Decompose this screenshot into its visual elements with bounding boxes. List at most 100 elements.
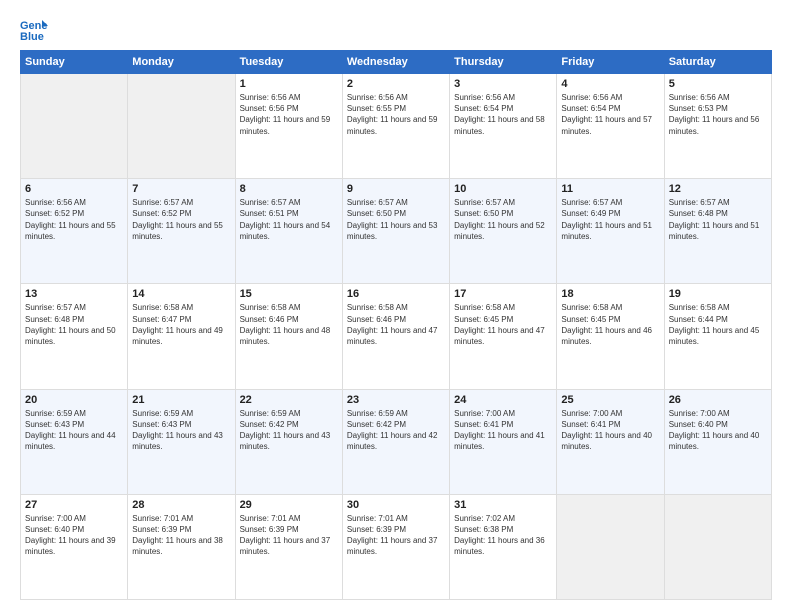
day-info: Sunrise: 6:56 AM Sunset: 6:54 PM Dayligh… [561, 92, 659, 137]
day-info: Sunrise: 6:57 AM Sunset: 6:52 PM Dayligh… [132, 197, 230, 242]
calendar-cell: 31 Sunrise: 7:02 AM Sunset: 6:38 PM Dayli… [450, 494, 557, 599]
day-info: Sunrise: 6:59 AM Sunset: 6:42 PM Dayligh… [347, 408, 445, 453]
day-info: Sunrise: 6:57 AM Sunset: 6:48 PM Dayligh… [669, 197, 767, 242]
calendar-cell: 25Sunrise: 7:00 AM Sunset: 6:41 PM Dayli… [557, 389, 664, 494]
calendar-cell: 20 Sunrise: 6:59 AM Sunset: 6:43 PM Dayli… [21, 389, 128, 494]
day-number: 2 [347, 78, 445, 90]
day-number: 9 [347, 183, 445, 195]
calendar-cell: 30 Sunrise: 7:01 AM Sunset: 6:39 PM Dayli… [342, 494, 449, 599]
calendar-cell: 11 Sunrise: 6:57 AM Sunset: 6:49 PM Dayli… [557, 179, 664, 284]
calendar-cell [128, 74, 235, 179]
day-number: 4 [561, 78, 659, 90]
day-info: Sunrise: 6:59 AM Sunset: 6:43 PM Dayligh… [25, 408, 123, 453]
day-info: Sunrise: 7:01 AM Sunset: 6:39 PM Dayligh… [347, 513, 445, 558]
day-info: Sunrise: 7:00 AM Sunset: 6:41 PM Dayligh… [561, 408, 659, 453]
calendar-cell: 16 Sunrise: 6:58 AM Sunset: 6:46 PM Dayli… [342, 284, 449, 389]
weekday-thursday: Thursday [450, 51, 557, 74]
day-number: 12 [669, 183, 767, 195]
day-number: 18 [561, 288, 659, 300]
weekday-monday: Monday [128, 51, 235, 74]
day-info: Sunrise: 6:56 AM Sunset: 6:55 PM Dayligh… [347, 92, 445, 137]
week-row-3: 13 Sunrise: 6:57 AM Sunset: 6:48 PM Dayli… [21, 284, 772, 389]
day-number: 30 [347, 499, 445, 511]
day-number: 11 [561, 183, 659, 195]
day-info: Sunrise: 6:57 AM Sunset: 6:50 PM Dayligh… [347, 197, 445, 242]
day-number: 24 [454, 394, 552, 406]
calendar-page: General Blue SundayMondayTuesdayWednesda… [0, 0, 792, 612]
calendar-cell: 14 Sunrise: 6:58 AM Sunset: 6:47 PM Dayli… [128, 284, 235, 389]
calendar-cell: 18 Sunrise: 6:58 AM Sunset: 6:45 PM Dayli… [557, 284, 664, 389]
weekday-friday: Friday [557, 51, 664, 74]
day-info: Sunrise: 7:02 AM Sunset: 6:38 PM Dayligh… [454, 513, 552, 558]
calendar-cell: 6 Sunrise: 6:56 AM Sunset: 6:52 PM Daylig… [21, 179, 128, 284]
day-number: 10 [454, 183, 552, 195]
calendar-cell [664, 494, 771, 599]
day-info: Sunrise: 6:56 AM Sunset: 6:54 PM Dayligh… [454, 92, 552, 137]
day-info: Sunrise: 6:58 AM Sunset: 6:46 PM Dayligh… [240, 302, 338, 347]
weekday-sunday: Sunday [21, 51, 128, 74]
calendar-cell: 22 Sunrise: 6:59 AM Sunset: 6:42 PM Dayli… [235, 389, 342, 494]
week-row-1: 1Sunrise: 6:56 AM Sunset: 6:56 PM Daylig… [21, 74, 772, 179]
day-number: 23 [347, 394, 445, 406]
calendar-cell: 3 Sunrise: 6:56 AM Sunset: 6:54 PM Daylig… [450, 74, 557, 179]
calendar-cell: 29Sunrise: 7:01 AM Sunset: 6:39 PM Dayli… [235, 494, 342, 599]
week-row-4: 20 Sunrise: 6:59 AM Sunset: 6:43 PM Dayli… [21, 389, 772, 494]
day-info: Sunrise: 7:00 AM Sunset: 6:40 PM Dayligh… [669, 408, 767, 453]
day-number: 20 [25, 394, 123, 406]
calendar-cell: 4 Sunrise: 6:56 AM Sunset: 6:54 PM Daylig… [557, 74, 664, 179]
day-info: Sunrise: 6:58 AM Sunset: 6:45 PM Dayligh… [454, 302, 552, 347]
logo: General Blue [20, 18, 52, 42]
calendar-cell: 13 Sunrise: 6:57 AM Sunset: 6:48 PM Dayli… [21, 284, 128, 389]
day-info: Sunrise: 6:59 AM Sunset: 6:42 PM Dayligh… [240, 408, 338, 453]
calendar-cell: 9 Sunrise: 6:57 AM Sunset: 6:50 PM Daylig… [342, 179, 449, 284]
day-number: 16 [347, 288, 445, 300]
weekday-header-row: SundayMondayTuesdayWednesdayThursdayFrid… [21, 51, 772, 74]
calendar-cell: 2 Sunrise: 6:56 AM Sunset: 6:55 PM Daylig… [342, 74, 449, 179]
day-number: 14 [132, 288, 230, 300]
day-info: Sunrise: 6:56 AM Sunset: 6:52 PM Dayligh… [25, 197, 123, 242]
day-info: Sunrise: 6:57 AM Sunset: 6:49 PM Dayligh… [561, 197, 659, 242]
weekday-tuesday: Tuesday [235, 51, 342, 74]
day-number: 3 [454, 78, 552, 90]
day-number: 17 [454, 288, 552, 300]
day-info: Sunrise: 6:58 AM Sunset: 6:44 PM Dayligh… [669, 302, 767, 347]
day-info: Sunrise: 7:00 AM Sunset: 6:40 PM Dayligh… [25, 513, 123, 558]
calendar-cell: 21Sunrise: 6:59 AM Sunset: 6:43 PM Dayli… [128, 389, 235, 494]
calendar-cell: 24 Sunrise: 7:00 AM Sunset: 6:41 PM Dayli… [450, 389, 557, 494]
day-info: Sunrise: 6:57 AM Sunset: 6:48 PM Dayligh… [25, 302, 123, 347]
calendar-cell: 8 Sunrise: 6:57 AM Sunset: 6:51 PM Daylig… [235, 179, 342, 284]
day-number: 21 [132, 394, 230, 406]
calendar-cell: 28 Sunrise: 7:01 AM Sunset: 6:39 PM Dayli… [128, 494, 235, 599]
calendar-cell [21, 74, 128, 179]
calendar-cell: 15 Sunrise: 6:58 AM Sunset: 6:46 PM Dayli… [235, 284, 342, 389]
calendar-cell: 7Sunrise: 6:57 AM Sunset: 6:52 PM Daylig… [128, 179, 235, 284]
calendar-cell: 10 Sunrise: 6:57 AM Sunset: 6:50 PM Dayli… [450, 179, 557, 284]
day-info: Sunrise: 7:01 AM Sunset: 6:39 PM Dayligh… [132, 513, 230, 558]
day-number: 27 [25, 499, 123, 511]
day-number: 13 [25, 288, 123, 300]
day-number: 28 [132, 499, 230, 511]
day-number: 1 [240, 78, 338, 90]
day-number: 6 [25, 183, 123, 195]
day-info: Sunrise: 6:57 AM Sunset: 6:51 PM Dayligh… [240, 197, 338, 242]
day-number: 5 [669, 78, 767, 90]
calendar-cell: 17 Sunrise: 6:58 AM Sunset: 6:45 PM Dayli… [450, 284, 557, 389]
calendar-cell: 19 Sunrise: 6:58 AM Sunset: 6:44 PM Dayli… [664, 284, 771, 389]
day-number: 8 [240, 183, 338, 195]
header: General Blue [20, 18, 772, 42]
calendar-cell: 27 Sunrise: 7:00 AM Sunset: 6:40 PM Dayli… [21, 494, 128, 599]
day-info: Sunrise: 6:58 AM Sunset: 6:45 PM Dayligh… [561, 302, 659, 347]
day-number: 19 [669, 288, 767, 300]
calendar-cell: 26Sunrise: 7:00 AM Sunset: 6:40 PM Dayli… [664, 389, 771, 494]
day-number: 22 [240, 394, 338, 406]
day-info: Sunrise: 7:00 AM Sunset: 6:41 PM Dayligh… [454, 408, 552, 453]
day-info: Sunrise: 6:58 AM Sunset: 6:46 PM Dayligh… [347, 302, 445, 347]
day-number: 31 [454, 499, 552, 511]
day-info: Sunrise: 6:56 AM Sunset: 6:53 PM Dayligh… [669, 92, 767, 137]
day-info: Sunrise: 6:58 AM Sunset: 6:47 PM Dayligh… [132, 302, 230, 347]
calendar-cell: 23 Sunrise: 6:59 AM Sunset: 6:42 PM Dayli… [342, 389, 449, 494]
calendar-cell: 5 Sunrise: 6:56 AM Sunset: 6:53 PM Daylig… [664, 74, 771, 179]
day-info: Sunrise: 6:57 AM Sunset: 6:50 PM Dayligh… [454, 197, 552, 242]
day-number: 15 [240, 288, 338, 300]
calendar-cell: 1Sunrise: 6:56 AM Sunset: 6:56 PM Daylig… [235, 74, 342, 179]
